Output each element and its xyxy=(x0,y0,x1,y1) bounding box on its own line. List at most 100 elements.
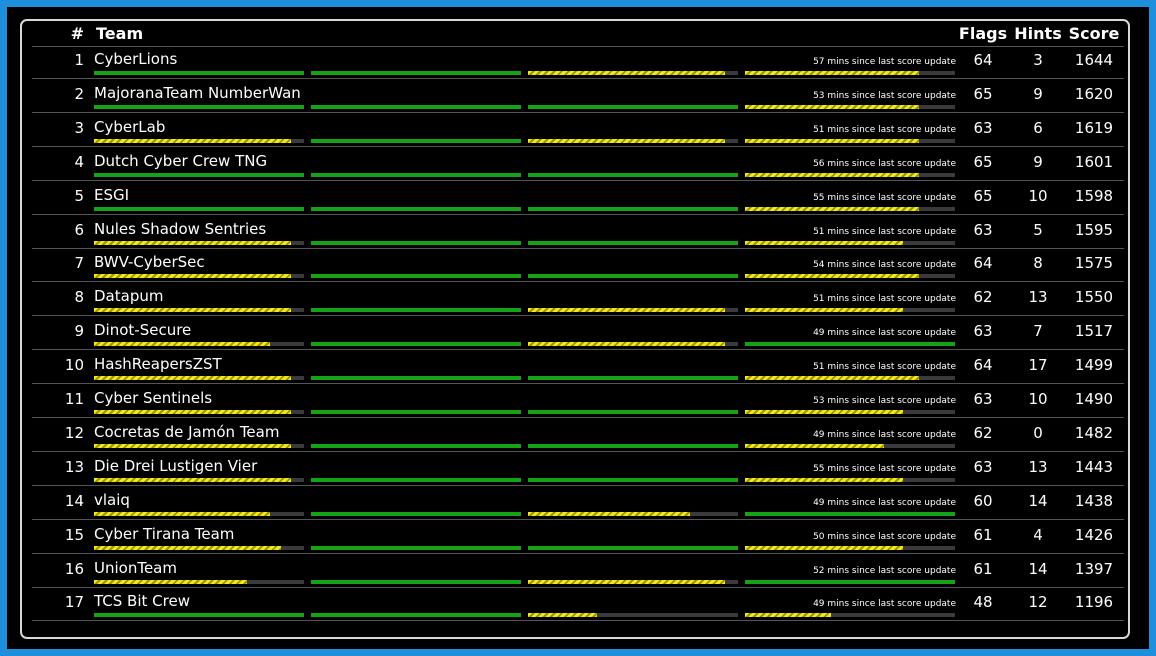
progress-fill xyxy=(311,613,521,618)
progress-bar xyxy=(745,274,955,279)
table-row[interactable]: 12 Cocretas de Jamón Team 49 mins since la… xyxy=(0,420,1156,454)
progress-bar xyxy=(311,579,521,584)
progress-fill xyxy=(311,240,521,245)
progress-fill xyxy=(311,138,521,143)
progress-fill xyxy=(311,477,521,482)
table-row[interactable]: 13 Die Drei Lustigen Vier 55 mins since la… xyxy=(0,454,1156,488)
team-name: Die Drei Lustigen Vier xyxy=(94,456,258,475)
progress-bar xyxy=(94,376,304,381)
progress-fill xyxy=(745,138,920,143)
last-update-text: 49 mins since last score update xyxy=(813,497,956,508)
progress-fill xyxy=(745,511,955,516)
header-rank: # xyxy=(70,24,84,43)
progress-fill xyxy=(94,410,292,414)
rank-cell: 4 xyxy=(74,152,84,171)
hints-cell: 13 xyxy=(1028,457,1048,476)
team-name: BWV-CyberSec xyxy=(94,253,205,272)
progress-bar xyxy=(94,71,304,75)
last-update-text: 49 mins since last score update xyxy=(813,599,956,610)
table-row[interactable]: 14 vlaiq 49 mins since last score update 60… xyxy=(0,488,1156,522)
rank-cell: 11 xyxy=(64,390,84,408)
hints-cell: 5 xyxy=(1033,220,1043,239)
rank-cell: 10 xyxy=(64,356,84,375)
table-row[interactable]: 7 BWV-CyberSec 54 mins since last score up… xyxy=(0,250,1156,284)
progress-fill xyxy=(311,579,521,584)
last-update-text: 50 mins since last score update xyxy=(813,531,956,542)
progress-fill xyxy=(528,206,738,211)
table-row[interactable]: 5 ESGI 55 mins since last score update 65 10… xyxy=(0,183,1156,217)
progress-bar xyxy=(528,71,738,75)
last-update-text: 51 mins since last score update xyxy=(813,124,956,135)
progress-bar xyxy=(745,376,955,381)
score-cell: 1550 xyxy=(1074,288,1114,307)
progress-fill xyxy=(745,240,903,245)
table-row[interactable]: 17 TCS Bit Crew 49 mins since last score u… xyxy=(0,589,1156,623)
progress-fill xyxy=(311,172,521,177)
progress-fill xyxy=(94,206,304,211)
progress-bar xyxy=(528,545,738,550)
progress-bar xyxy=(311,274,521,279)
progress-fill xyxy=(94,579,248,584)
team-name: Cyber Tirana Team xyxy=(94,524,235,543)
progress-bar xyxy=(94,511,304,516)
hints-cell: 0 xyxy=(1033,423,1043,442)
progress-bar xyxy=(528,172,738,177)
progress-bar xyxy=(311,613,521,618)
progress-fill xyxy=(745,579,955,584)
progress-fill xyxy=(94,376,292,381)
progress-fill xyxy=(311,545,521,550)
progress-bar xyxy=(528,104,738,109)
progress-bar xyxy=(528,443,738,448)
table-row[interactable]: 8 Datapum 51 mins since last score update 6… xyxy=(0,284,1156,318)
progress-fill xyxy=(745,274,920,279)
progress-bar xyxy=(94,410,304,414)
team-name: CyberLab xyxy=(94,117,166,136)
progress-fill xyxy=(745,172,920,177)
progress-fill xyxy=(528,138,726,143)
last-update-text: 57 mins since last score update xyxy=(813,57,956,67)
table-row[interactable]: 9 Dinot-Secure 49 mins since last score up… xyxy=(0,318,1156,352)
table-row[interactable]: 15 Cyber Tirana Team 50 mins since last sc… xyxy=(0,522,1156,556)
progress-fill xyxy=(311,71,521,75)
flags-cell: 65 xyxy=(973,84,993,103)
progress-bar xyxy=(745,172,955,177)
flags-cell: 61 xyxy=(973,525,993,544)
team-name: Cocretas de Jamón Team xyxy=(94,422,280,441)
table-row[interactable]: 3 CyberLab 51 mins since last score update… xyxy=(0,115,1156,149)
score-cell: 1620 xyxy=(1074,84,1114,103)
progress-fill xyxy=(528,410,738,414)
table-row[interactable]: 1 CyberLions 57 mins since last score upda… xyxy=(0,46,1156,81)
score-cell: 1443 xyxy=(1074,457,1114,476)
last-update-text: 51 mins since last score update xyxy=(813,226,956,237)
table-row[interactable]: 10 HashReapersZST 51 mins since last score… xyxy=(0,352,1156,386)
table-row[interactable]: 16 UnionTeam 52 mins since last score upda… xyxy=(0,556,1156,590)
progress-fill xyxy=(745,545,903,550)
rank-cell: 12 xyxy=(64,423,84,442)
score-cell: 1575 xyxy=(1074,254,1114,273)
progress-fill xyxy=(745,308,903,313)
progress-bar xyxy=(94,206,304,211)
score-cell: 1595 xyxy=(1074,220,1114,239)
progress-bar xyxy=(311,104,521,109)
score-cell: 1644 xyxy=(1074,51,1114,69)
progress-fill xyxy=(94,172,304,177)
progress-bar xyxy=(94,545,304,550)
table-row[interactable]: 4 Dutch Cyber Crew TNG 56 mins since last … xyxy=(0,149,1156,183)
header-hints: Hints xyxy=(1014,24,1062,43)
table-row[interactable]: 11 Cyber Sentinels 53 mins since last scor… xyxy=(0,386,1156,420)
last-update-text: 49 mins since last score update xyxy=(813,328,956,339)
progress-bar xyxy=(94,342,304,347)
table-row[interactable]: 6 Nules Shadow Sentries 51 mins since last… xyxy=(0,217,1156,251)
rank-cell: 6 xyxy=(74,220,84,239)
flags-cell: 62 xyxy=(973,423,993,442)
table-row[interactable]: 2 MajoranaTeam NumberWan 53 mins since las… xyxy=(0,81,1156,115)
progress-bar xyxy=(528,613,738,618)
progress-bar xyxy=(311,511,521,516)
team-name: MajoranaTeam NumberWan xyxy=(94,83,301,102)
progress-bar xyxy=(94,104,304,109)
flags-cell: 60 xyxy=(973,491,993,510)
progress-fill xyxy=(528,308,726,313)
rank-cell: 1 xyxy=(74,51,84,69)
hints-cell: 12 xyxy=(1028,593,1048,612)
progress-fill xyxy=(311,206,521,211)
